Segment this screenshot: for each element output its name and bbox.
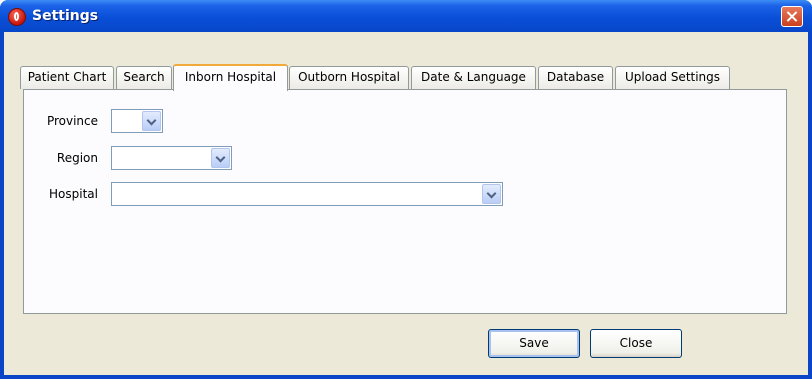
region-select[interactable] xyxy=(111,146,232,170)
hospital-select[interactable] xyxy=(111,182,503,206)
chevron-down-icon[interactable] xyxy=(142,111,161,131)
tab-database[interactable]: Database xyxy=(538,66,613,89)
save-button[interactable]: Save xyxy=(488,329,580,358)
app-icon xyxy=(8,8,26,26)
title-bar[interactable]: Settings xyxy=(0,0,812,32)
chevron-down-icon[interactable] xyxy=(211,148,230,168)
close-button[interactable]: Close xyxy=(590,329,682,358)
province-label: Province xyxy=(46,114,98,128)
chevron-down-icon[interactable] xyxy=(482,184,501,204)
tab-date-language[interactable]: Date & Language xyxy=(411,66,536,89)
close-icon[interactable] xyxy=(781,6,803,27)
tab-upload-settings[interactable]: Upload Settings xyxy=(615,66,730,89)
window-title: Settings xyxy=(32,8,99,24)
tab-outborn-hospital[interactable]: Outborn Hospital xyxy=(289,66,409,89)
tab-inborn-hospital[interactable]: Inborn Hospital xyxy=(173,64,288,91)
tab-bar: Patient Chart Search Inborn Hospital Out… xyxy=(20,64,780,91)
tab-patient-chart[interactable]: Patient Chart xyxy=(20,66,114,89)
region-label: Region xyxy=(56,151,98,165)
hospital-label: Hospital xyxy=(49,187,98,201)
province-select[interactable] xyxy=(111,109,163,133)
tab-search[interactable]: Search xyxy=(116,66,172,89)
settings-dialog: Settings Patient Chart Search Inborn Hos… xyxy=(0,0,812,379)
